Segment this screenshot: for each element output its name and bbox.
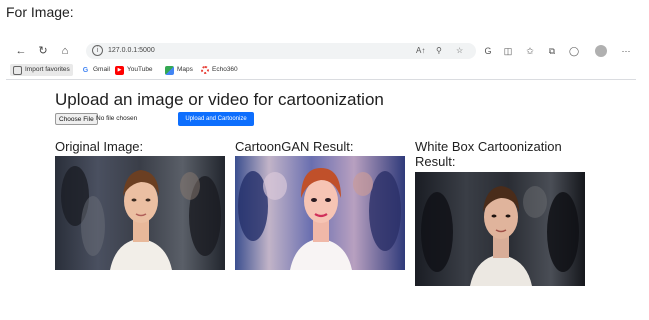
file-status-text: No file chosen — [96, 115, 138, 122]
browser-chrome: ← ↻ ⌂ i 127.0.0.1:5000 A↑ ⚲ ☆ G ◫ ✩ ⧉ ◯ … — [6, 40, 636, 80]
read-aloud-icon[interactable]: A↑ — [416, 45, 425, 57]
url-text[interactable]: 127.0.0.1:5000 — [108, 45, 155, 57]
more-menu-icon[interactable]: ⋯ — [620, 44, 632, 58]
chrome-divider — [6, 79, 636, 80]
browser-toolbar: ← ↻ ⌂ i 127.0.0.1:5000 A↑ ⚲ ☆ G ◫ ✩ ⧉ ◯ … — [6, 40, 636, 62]
collections-icon[interactable]: ⧉ — [546, 44, 558, 58]
bookmark-import-favorites[interactable]: Import favorites — [10, 64, 73, 76]
back-icon[interactable]: ← — [14, 44, 28, 58]
favorites-icon[interactable]: ✩ — [524, 44, 536, 58]
bookmark-echo360[interactable]: Echo360 — [201, 64, 238, 76]
bookmark-maps[interactable]: Maps — [165, 64, 193, 76]
home-icon[interactable]: ⌂ — [58, 44, 72, 58]
original-image — [55, 156, 225, 270]
extension-icon[interactable]: G — [482, 44, 494, 58]
google-g-icon: G — [82, 66, 89, 74]
white-box-result-title: White Box Cartoonization Result: — [415, 139, 562, 169]
refresh-icon[interactable]: ↻ — [36, 44, 50, 58]
bookmark-youtube[interactable]: ▶ YouTube — [115, 64, 153, 76]
echo360-icon — [201, 66, 209, 74]
upload-and-cartoonize-button[interactable]: Upload and Cartoonize — [178, 112, 254, 126]
cartoongan-result-image — [235, 156, 405, 270]
maps-icon — [165, 65, 174, 75]
youtube-icon: ▶ — [115, 65, 124, 75]
white-box-result-image — [415, 172, 585, 286]
caption: For Image: — [6, 4, 74, 20]
zoom-icon[interactable]: ⚲ — [436, 45, 442, 57]
choose-file-button[interactable]: Choose File — [55, 113, 98, 125]
address-bar[interactable]: i 127.0.0.1:5000 A↑ ⚲ ☆ — [86, 43, 476, 59]
browser-essentials-icon[interactable]: ◯ — [568, 44, 580, 58]
cartoongan-result-title: CartoonGAN Result: — [235, 139, 354, 154]
original-image-title: Original Image: — [55, 139, 144, 154]
favorite-star-icon[interactable]: ☆ — [456, 45, 463, 57]
bookmark-gmail[interactable]: G Gmail — [81, 64, 110, 76]
bookmarks-bar: Import favorites G Gmail ▶ YouTube Maps … — [6, 62, 636, 78]
import-icon — [13, 65, 22, 75]
profile-avatar[interactable] — [595, 45, 607, 57]
info-icon[interactable]: i — [92, 45, 103, 56]
split-screen-icon[interactable]: ◫ — [502, 44, 514, 58]
page-title: Upload an image or video for cartoonizat… — [55, 90, 384, 109]
